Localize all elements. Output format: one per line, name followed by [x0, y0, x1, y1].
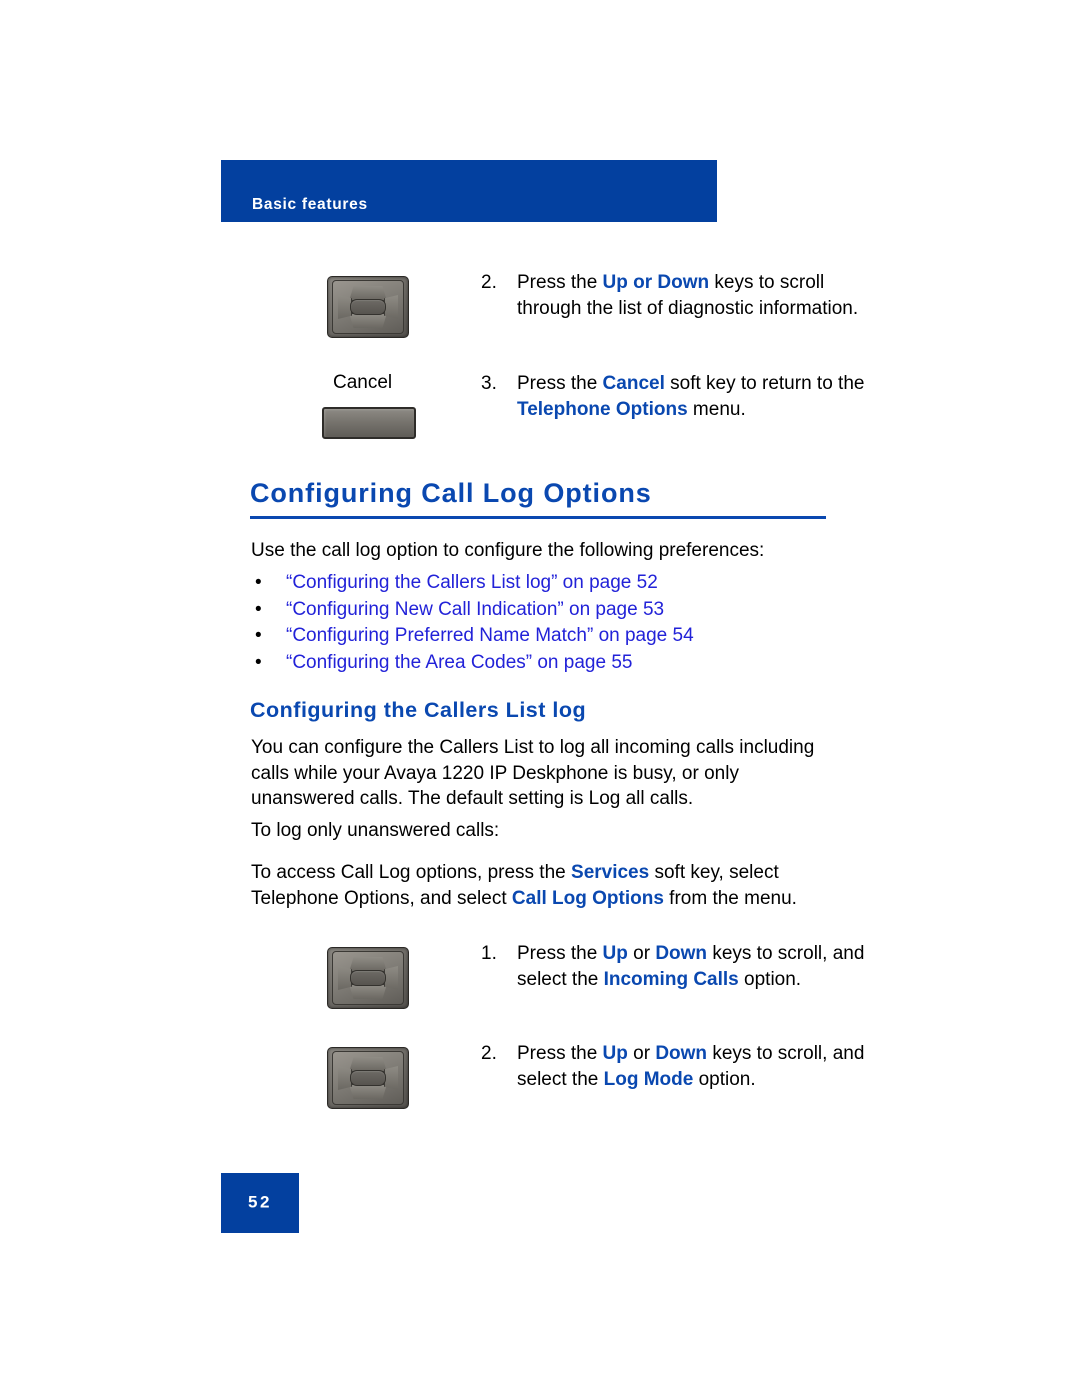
list-item[interactable]: • “Configuring Preferred Name Match” on …	[251, 623, 851, 650]
navkey-down-segment	[349, 313, 387, 328]
navkey-center-button	[350, 970, 386, 986]
running-header-bar: Basic features	[221, 160, 717, 222]
subsection-paragraph-1: You can configure the Callers List to lo…	[251, 737, 815, 809]
step-text: Press the Up or Down keys to scroll thro…	[517, 270, 877, 321]
list-item[interactable]: • “Configuring the Callers List log” on …	[251, 570, 851, 597]
list-item[interactable]: • “Configuring New Call Indication” on p…	[251, 597, 851, 624]
subsection-heading: Configuring the Callers List log	[250, 698, 587, 722]
navkey-down-segment	[349, 1084, 387, 1099]
step-emphasis: Telephone Options	[517, 398, 688, 420]
step-text-fragment: option.	[738, 968, 802, 990]
navkey-ring	[332, 280, 404, 334]
navigation-keys-icon	[327, 947, 409, 1009]
cross-reference-link[interactable]: “Configuring the Callers List log” on pa…	[286, 570, 658, 596]
step-text-fragment: option.	[693, 1068, 756, 1090]
navigation-keys-icon	[327, 276, 409, 338]
step-number: 3.	[481, 373, 497, 394]
step-emphasis: Up	[602, 943, 628, 964]
step-text-fragment: or	[627, 1043, 656, 1064]
bullet-icon: •	[255, 651, 262, 673]
navkey-ring	[332, 951, 404, 1005]
step-text: Press the Up or Down keys to scroll, and…	[517, 941, 877, 992]
bullet-icon: •	[255, 598, 262, 620]
navkey-right-segment	[384, 1066, 398, 1090]
manual-page: Basic features 2. Press the Up or Down k…	[0, 0, 1080, 1397]
step-text: Press the Up or Down keys to scroll, and…	[517, 1041, 877, 1092]
cancel-soft-key-icon	[322, 407, 416, 439]
bullet-icon: •	[255, 625, 262, 646]
bullet-icon: •	[255, 572, 262, 593]
cross-reference-link[interactable]: “Configuring the Area Codes” on page 55	[286, 650, 632, 676]
step-text-fragment: Press the	[517, 272, 603, 293]
step-text-fragment: soft key to return to the	[664, 373, 865, 394]
running-header-title: Basic features	[252, 196, 368, 213]
step-number: 2.	[481, 272, 497, 293]
step-emphasis: Down	[655, 943, 708, 964]
step-text-fragment: menu.	[687, 398, 746, 420]
cross-reference-list: • “Configuring the Callers List log” on …	[251, 570, 851, 676]
paragraph-emphasis: Services	[571, 862, 650, 883]
subsection-paragraph-2: To log only unanswered calls:	[251, 820, 500, 841]
page-number-block: 52	[221, 1173, 299, 1233]
section-intro-paragraph: Use the call log option to configure the…	[251, 540, 765, 561]
list-item[interactable]: • “Configuring the Area Codes” on page 5…	[251, 650, 851, 677]
step-number: 2.	[481, 1043, 497, 1064]
step-text-fragment: Press the	[517, 943, 603, 964]
navkey-ring	[332, 1051, 404, 1105]
step-text: Press the Cancel soft key to return to t…	[517, 371, 877, 422]
section-heading-rule	[250, 516, 826, 519]
cross-reference-link[interactable]: “Configuring New Call Indication” on pag…	[286, 597, 664, 623]
navigation-keys-icon	[327, 1047, 409, 1109]
navkey-right-segment	[384, 295, 398, 319]
section-heading: Configuring Call Log Options	[250, 478, 652, 508]
step-number: 1.	[481, 943, 497, 964]
step-emphasis: Down	[655, 1043, 708, 1064]
paragraph-emphasis: Call Log Options	[511, 887, 664, 909]
step-text-fragment: Press the	[517, 1043, 603, 1064]
navkey-down-segment	[349, 984, 387, 999]
soft-key-caption: Cancel	[333, 372, 393, 393]
step-text-fragment: Press the	[517, 373, 603, 394]
cross-reference-link[interactable]: “Configuring Preferred Name Match” on pa…	[286, 623, 694, 649]
step-emphasis: Log Mode	[603, 1068, 694, 1090]
paragraph-fragment: from the menu.	[663, 887, 797, 909]
step-emphasis: Up	[602, 1043, 628, 1064]
step-emphasis: Up or Down	[602, 272, 710, 293]
step-emphasis: Cancel	[602, 373, 665, 394]
navkey-center-button	[350, 1070, 386, 1086]
step-emphasis: Incoming Calls	[603, 968, 739, 990]
paragraph-fragment: To access Call Log options, press the	[251, 862, 572, 883]
page-number: 52	[248, 1192, 272, 1212]
subsection-paragraph-3: To access Call Log options, press the Se…	[251, 860, 847, 911]
step-text-fragment: or	[627, 943, 656, 964]
navkey-right-segment	[384, 966, 398, 990]
navkey-center-button	[350, 299, 386, 315]
